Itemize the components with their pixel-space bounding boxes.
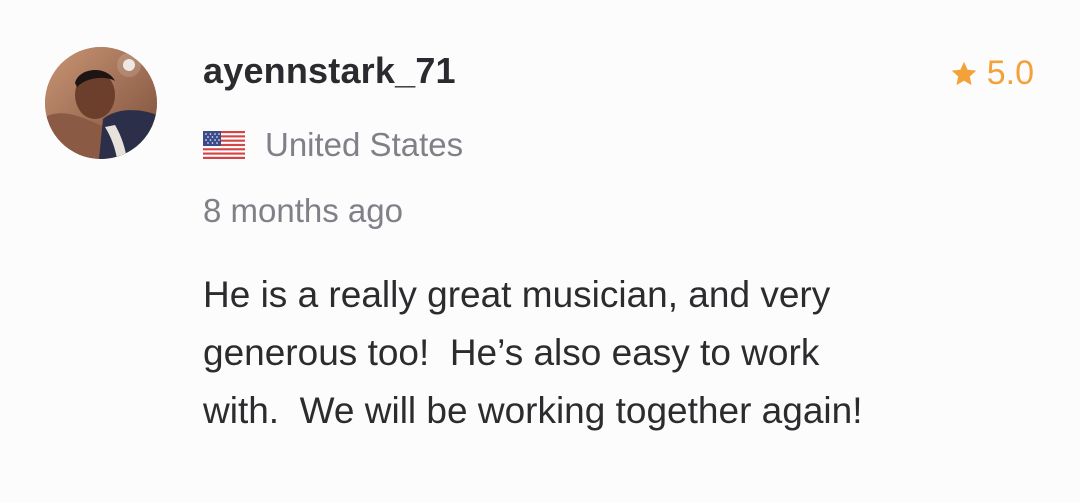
review-text-line: He is a really great musician, and very: [203, 274, 831, 315]
star-icon: [951, 61, 976, 85]
reviewer-country: United States: [203, 126, 463, 164]
review-text-line: with. We will be working together again!: [203, 390, 863, 431]
review-text: He is a really great musician, and very …: [203, 266, 1043, 440]
reviewer-username[interactable]: ayennstark_71: [203, 50, 456, 92]
country-name: United States: [265, 126, 464, 163]
review-timestamp: 8 months ago: [203, 192, 403, 229]
avatar[interactable]: [45, 47, 157, 159]
review-card: ayennstark_71 5.0 United States 8 months…: [0, 0, 1080, 503]
review-text-line: generous too! He’s also easy to work: [203, 332, 820, 373]
us-flag-icon: [203, 131, 245, 159]
rating-value: 5.0: [986, 54, 1034, 92]
avatar-photo: [45, 47, 157, 159]
rating: 5.0: [949, 54, 1034, 93]
